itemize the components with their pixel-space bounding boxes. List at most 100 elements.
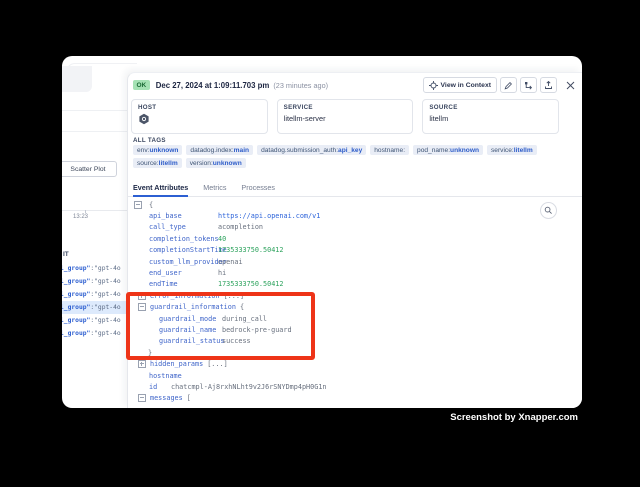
expand-icon[interactable]	[138, 360, 146, 368]
tag-key: source:	[137, 160, 159, 167]
attribute-value: acompletion	[218, 223, 263, 231]
attribute-value: 1735333750.50412	[218, 280, 283, 288]
page-gray-block	[62, 66, 92, 92]
source-card-value: litellm	[429, 114, 552, 123]
host-card-label: HOST	[138, 104, 261, 111]
list-item[interactable]: l_group":"gpt-4o	[62, 327, 128, 340]
list-item-key: l_group"	[62, 265, 90, 272]
attribute-key: hidden_params	[150, 360, 203, 368]
tag-pill[interactable]: datadog.submission_auth:api_key	[257, 145, 366, 155]
attribute-key: guardrail_mode	[159, 315, 222, 323]
header-actions: View in Context	[423, 77, 557, 93]
tag-value: litellm	[514, 147, 533, 154]
expand-icon[interactable]	[138, 292, 146, 300]
tab-metrics[interactable]: Metrics	[203, 179, 226, 196]
json-attribute-row: end_userhi	[134, 267, 554, 278]
list-item[interactable]: l_group":"gpt-4o	[62, 275, 128, 288]
tag-key: service:	[491, 147, 514, 154]
json-root-row: {	[134, 199, 554, 210]
json-attribute-row: completionStartTime1735333750.50412	[134, 245, 554, 256]
attribute-key: guardrail_status	[159, 337, 222, 345]
list-item[interactable]: l_group":"gpt-4o	[62, 314, 128, 327]
tag-key: env:	[137, 147, 149, 154]
collapse-icon[interactable]	[134, 201, 142, 209]
related-traces-icon	[524, 81, 533, 90]
edit-pencil-icon	[504, 81, 513, 90]
attribute-key: guardrail_name	[159, 326, 222, 334]
list-item-key: l_group"	[62, 291, 90, 298]
tab-processes[interactable]: Processes	[241, 179, 275, 196]
tag-pill[interactable]: datadog.index:main	[186, 145, 253, 155]
json-attribute-row: api_basehttps://api.openai.com/v1	[134, 210, 554, 221]
attribute-key: id	[149, 383, 171, 391]
event-timestamp: Dec 27, 2024 at 1:09:11.703 pm	[156, 81, 270, 90]
export-button[interactable]	[540, 77, 557, 93]
list-item-key: l_group"	[62, 317, 90, 324]
tag-value: main	[234, 147, 249, 154]
list-item[interactable]: l_group":"gpt-4o	[62, 288, 128, 301]
host-card: HOST	[131, 99, 268, 134]
close-brace-row: }	[134, 347, 554, 358]
json-attribute-row: hostname	[134, 370, 554, 381]
source-card-label: SOURCE	[429, 104, 552, 111]
tab-event-attributes[interactable]: Event Attributes	[133, 179, 188, 196]
host-hexagon-icon	[138, 113, 261, 125]
close-button[interactable]	[564, 79, 577, 92]
tag-pill[interactable]: pod_name:unknown	[413, 145, 483, 155]
view-in-context-button[interactable]: View in Context	[423, 77, 497, 93]
json-object-row: error_information[...]	[134, 290, 554, 301]
tag-key: datadog.index:	[190, 147, 233, 154]
tag-value: unknown	[149, 147, 178, 154]
attribute-key: messages	[150, 394, 183, 402]
event-detail-panel: OK Dec 27, 2024 at 1:09:11.703 pm (23 mi…	[127, 72, 582, 408]
list-item-value: :"gpt-4o	[90, 265, 120, 272]
list-item-value: :"gpt-4o	[90, 278, 120, 285]
list-item[interactable]: l_group":"gpt-4o	[62, 262, 128, 275]
json-attribute-row: completion_tokens40	[134, 233, 554, 244]
json-attribute-tree: {api_basehttps://api.openai.com/v1 call_t…	[134, 199, 554, 404]
export-icon	[544, 80, 553, 90]
tag-key: hostname:	[374, 147, 405, 154]
page-divider	[62, 131, 127, 132]
tag-pill[interactable]: service:litellm	[487, 145, 537, 155]
tag-pill[interactable]: version:unknown	[186, 158, 246, 168]
tab-bar: Event Attributes Metrics Processes	[128, 179, 582, 197]
json-attribute-row: guardrail_statussuccess	[134, 336, 554, 347]
attribute-value: success	[222, 337, 251, 345]
list-item-key: l_group"	[62, 304, 90, 311]
tag-value: litellm	[159, 160, 178, 167]
tag-pill[interactable]: source:litellm	[133, 158, 182, 168]
list-item-key: l_group"	[62, 278, 90, 285]
list-column-header: IT	[63, 251, 69, 258]
service-card: SERVICE litellm-server	[277, 99, 414, 134]
list-item-value: :"gpt-4o	[90, 291, 120, 298]
scatter-plot-button[interactable]: Scatter Plot	[62, 161, 117, 177]
attribute-value[interactable]: https://api.openai.com/v1	[218, 212, 320, 220]
chart-axis-line	[62, 210, 127, 211]
attribute-key: guardrail_information	[150, 303, 236, 311]
attribute-value: bedrock-pre-guard	[222, 326, 292, 334]
tag-key: pod_name:	[417, 147, 450, 154]
collapse-icon[interactable]	[138, 303, 146, 311]
related-traces-button[interactable]	[520, 77, 537, 93]
list-item[interactable]: l_group":"gpt-4o	[62, 301, 128, 314]
search-attributes-button[interactable]	[540, 202, 557, 219]
tag-pill[interactable]: env:unknown	[133, 145, 182, 155]
attribute-key: call_type	[149, 223, 218, 231]
chart-axis-tick-label: 13:23	[73, 214, 88, 220]
attribute-key: completion_tokens	[149, 235, 218, 243]
attribute-key: custom_llm_provider	[149, 258, 218, 266]
attribute-value: 40	[218, 235, 226, 243]
edit-button[interactable]	[500, 77, 517, 93]
json-attribute-row: custom_llm_provideropenai	[134, 256, 554, 267]
collapse-icon[interactable]	[138, 394, 146, 402]
json-attribute-row: endTime1735333750.50412	[134, 279, 554, 290]
source-card: SOURCE litellm	[422, 99, 559, 134]
service-card-value: litellm-server	[284, 114, 407, 123]
json-object-row: messages [	[134, 393, 554, 404]
list-item-key: l_group"	[62, 330, 90, 337]
object-suffix: [	[187, 394, 191, 402]
all-tags-label: ALL TAGS	[133, 137, 166, 144]
tag-pill[interactable]: hostname:	[370, 145, 409, 155]
page-divider	[62, 110, 127, 111]
